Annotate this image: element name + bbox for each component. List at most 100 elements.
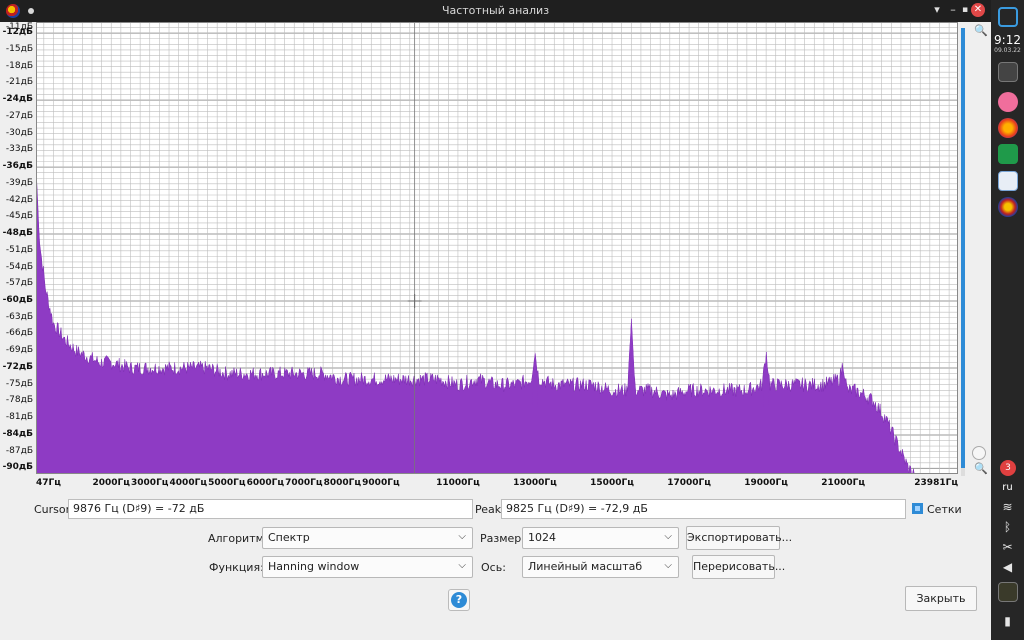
y-tick-label: -72дБ — [2, 361, 33, 372]
x-tick-label: 9000Гц — [362, 478, 400, 488]
close-window-icon[interactable]: ✕ — [971, 3, 985, 17]
wifi-icon[interactable]: ≋ — [991, 500, 1024, 514]
cursor-value-field[interactable]: 9876 Гц (D♯9) = -72 дБ — [68, 499, 473, 519]
y-tick-label: -90дБ — [2, 462, 33, 473]
x-tick-label: 47Гц — [36, 478, 61, 488]
x-axis: 47Гц 2000Гц 3000Гц 4000Гц 5000Гц 6000Гц 7000Гц… — [36, 476, 958, 492]
notification-badge[interactable]: 3 — [1000, 460, 1016, 476]
audacity-icon[interactable] — [998, 197, 1018, 217]
window-title: Частотный анализ — [441, 4, 550, 17]
axis-select[interactable]: Линейный масштаб ⌵ — [522, 556, 679, 578]
y-tick-label: -15дБ — [5, 43, 33, 54]
chevron-down-icon: ⌵ — [664, 531, 672, 542]
y-tick-label: -18дБ — [5, 60, 33, 71]
zoom-out-icon[interactable]: 🔍 — [974, 462, 988, 475]
x-tick-label: 11000Гц — [436, 478, 480, 488]
y-tick-label: -57дБ — [5, 278, 33, 289]
axis-label: Ось: — [481, 561, 506, 574]
bluetooth-icon[interactable]: ᛒ — [991, 520, 1024, 534]
y-tick-label: -84дБ — [2, 428, 33, 439]
y-tick-label: -12дБ — [2, 27, 33, 38]
peak-value-field[interactable]: 9825 Гц (D♯9) = -72,9 дБ — [501, 499, 906, 519]
zoom-slider[interactable]: 🔍 🔍 — [958, 22, 991, 482]
x-tick-label: 5000Гц — [208, 478, 246, 488]
y-tick-label: -51дБ — [5, 244, 33, 255]
x-tick-label: 15000Гц — [590, 478, 634, 488]
show-desktop-icon[interactable] — [998, 62, 1018, 82]
x-tick-label: 19000Гц — [744, 478, 788, 488]
y-tick-label: -33дБ — [5, 144, 33, 155]
help-arrow-icon[interactable]: ▾ — [930, 3, 944, 17]
x-tick-label: 4000Гц — [169, 478, 207, 488]
keyboard-layout[interactable]: ru — [991, 482, 1024, 493]
y-tick-label: -66дБ — [5, 328, 33, 339]
chevron-down-icon: ⌵ — [458, 531, 466, 542]
app-launcher-icon[interactable] — [998, 92, 1018, 112]
battery-icon: ▮ — [1004, 614, 1011, 628]
clock-time: 9:12 — [994, 33, 1021, 47]
zoom-in-icon[interactable]: 🔍 — [974, 24, 988, 37]
y-tick-label: -54дБ — [5, 261, 33, 272]
y-tick-label: -78дБ — [5, 395, 33, 406]
title-bar: Частотный анализ ▾ – ▪ ✕ — [0, 0, 991, 22]
function-label: Функция: — [209, 561, 264, 574]
x-tick-label: 3000Гц — [131, 478, 169, 488]
x-tick-label: 8000Гц — [323, 478, 362, 488]
function-value: Hanning window — [268, 560, 360, 573]
help-button[interactable]: ? — [448, 589, 470, 611]
download-manager-icon[interactable] — [998, 144, 1018, 164]
algorithm-select[interactable]: Спектр ⌵ — [262, 527, 473, 549]
y-tick-label: -63дБ — [5, 311, 33, 322]
algorithm-label: Алгоритм: — [208, 532, 268, 545]
y-tick-label: -45дБ — [5, 211, 33, 222]
y-tick-label: -24дБ — [2, 94, 33, 105]
maximize-icon[interactable]: ▪ — [958, 3, 972, 17]
zoom-knob[interactable] — [972, 446, 986, 460]
size-select[interactable]: 1024 ⌵ — [522, 527, 679, 549]
export-button[interactable]: Экспортировать... — [686, 526, 792, 550]
window-thumbnail-icon[interactable] — [998, 582, 1018, 602]
system-panel: 9:12 09.03.22 3 ru ≋ ᛒ ✂ ◀ ▮ — [991, 0, 1024, 640]
file-manager-icon[interactable] — [998, 171, 1018, 191]
spectrum-plot[interactable] — [36, 22, 958, 474]
scissors-icon[interactable]: ✂ — [991, 540, 1024, 554]
volume-icon[interactable]: ◀ — [991, 560, 1024, 574]
algorithm-value: Спектр — [268, 531, 310, 544]
y-tick-label: -36дБ — [2, 161, 33, 172]
y-tick-label: -87дБ — [5, 445, 33, 456]
x-tick-label: 17000Гц — [667, 478, 711, 488]
x-tick-label: 6000Гц — [246, 478, 285, 488]
frequency-analysis-window: Частотный анализ ▾ – ▪ ✕ -11дБ -12дБ -15дБ… — [0, 0, 991, 640]
x-tick-label: 13000Гц — [513, 478, 557, 488]
axis-value: Линейный масштаб — [528, 560, 643, 573]
y-axis: -11дБ -12дБ -15дБ -18дБ -21дБ -24дБ -27дБ -30дБ… — [0, 22, 36, 474]
firefox-icon[interactable] — [998, 118, 1018, 138]
y-tick-label: -21дБ — [5, 77, 33, 88]
y-tick-label: -75дБ — [5, 378, 33, 389]
x-tick-label: 23981Гц — [914, 478, 958, 488]
help-icon: ? — [451, 592, 467, 608]
y-tick-label: -81дБ — [5, 412, 33, 423]
size-label: Размер: — [480, 532, 525, 545]
clock-date: 09.03.22 — [994, 47, 1021, 54]
close-button[interactable]: Закрыть — [905, 586, 977, 611]
function-select[interactable]: Hanning window ⌵ — [262, 556, 473, 578]
redraw-button[interactable]: Перерисовать... — [692, 555, 785, 579]
chevron-down-icon: ⌵ — [664, 560, 672, 571]
y-tick-label: -30дБ — [5, 127, 33, 138]
grid-checkbox[interactable] — [912, 503, 923, 514]
zoom-level-fill — [961, 28, 965, 468]
y-tick-label: -60дБ — [2, 295, 33, 305]
y-tick-label: -39дБ — [5, 177, 33, 188]
x-tick-label: 2000Гц — [92, 478, 130, 488]
chevron-down-icon: ⌵ — [458, 560, 466, 571]
x-tick-label: 7000Гц — [285, 478, 323, 488]
y-tick-label: -48дБ — [2, 228, 33, 239]
y-tick-label: -42дБ — [5, 194, 33, 205]
y-tick-label: -69дБ — [5, 345, 33, 356]
y-tick-label: -27дБ — [5, 110, 33, 121]
app-grid-icon[interactable] — [998, 7, 1018, 27]
grid-label: Сетки — [927, 503, 962, 516]
x-tick-label: 21000Гц — [821, 478, 866, 488]
size-value: 1024 — [528, 531, 556, 544]
